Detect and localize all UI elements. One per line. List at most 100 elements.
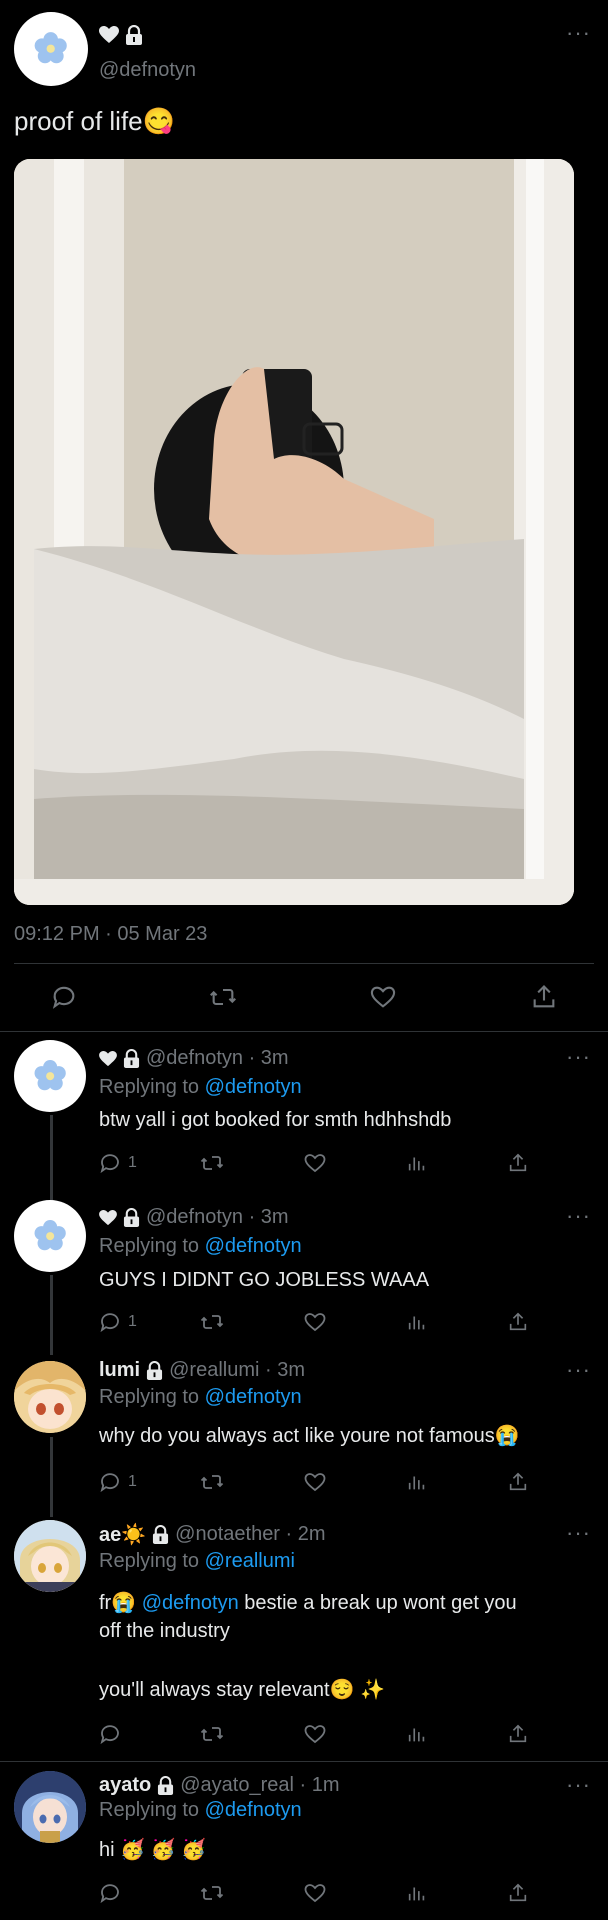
analytics-button[interactable] bbox=[406, 1881, 428, 1905]
analytics-button[interactable] bbox=[406, 1470, 428, 1494]
reply-header: @defnotyn · 3m bbox=[99, 1206, 289, 1229]
share-icon bbox=[509, 1472, 527, 1491]
like-button[interactable] bbox=[369, 983, 397, 1011]
replying-to: Replying to @reallumi bbox=[99, 1550, 295, 1573]
retweet-button[interactable] bbox=[199, 1470, 225, 1494]
lock-icon bbox=[123, 1208, 140, 1227]
reply-text: hi 🥳 🥳 🥳 bbox=[99, 1839, 206, 1861]
retweet-icon bbox=[200, 1886, 224, 1900]
heart-icon bbox=[99, 26, 119, 43]
avatar[interactable] bbox=[14, 12, 88, 86]
like-button[interactable] bbox=[303, 1470, 327, 1494]
retweet-button[interactable] bbox=[199, 1881, 225, 1905]
share-icon bbox=[509, 1312, 527, 1331]
like-icon bbox=[304, 1884, 326, 1903]
more-icon[interactable]: ··· bbox=[566, 22, 591, 44]
avatar[interactable] bbox=[14, 1200, 86, 1272]
avatar[interactable] bbox=[14, 1361, 86, 1433]
reply-name[interactable]: lumi bbox=[99, 1359, 140, 1382]
reply-handle[interactable]: @reallumi · 3m bbox=[169, 1359, 305, 1382]
reply-button[interactable] bbox=[50, 983, 78, 1011]
like-icon bbox=[304, 1725, 326, 1744]
avatar[interactable] bbox=[14, 1520, 86, 1592]
share-icon bbox=[509, 1724, 527, 1743]
flower-avatar-icon bbox=[34, 32, 68, 64]
reply-name[interactable]: ae☀️ bbox=[99, 1522, 146, 1547]
analytics-button[interactable] bbox=[406, 1722, 428, 1746]
share-button[interactable] bbox=[507, 1722, 529, 1746]
reply-handle[interactable]: @notaether · 2m bbox=[175, 1523, 325, 1546]
analytics-icon bbox=[408, 1728, 425, 1742]
retweet-button[interactable] bbox=[208, 983, 238, 1011]
divider bbox=[0, 1761, 608, 1762]
like-icon bbox=[370, 986, 396, 1008]
heart-icon bbox=[99, 1050, 117, 1066]
mirror-selfie-image bbox=[14, 159, 574, 905]
share-button[interactable] bbox=[507, 1151, 529, 1175]
like-button[interactable] bbox=[303, 1881, 327, 1905]
analytics-icon bbox=[408, 1157, 425, 1171]
more-icon[interactable]: ··· bbox=[566, 1522, 591, 1544]
analytics-button[interactable] bbox=[406, 1310, 428, 1334]
reply-count: 1 bbox=[128, 1473, 137, 1490]
like-button[interactable] bbox=[303, 1310, 327, 1334]
divider bbox=[0, 1031, 608, 1032]
replying-to: Replying to @defnotyn bbox=[99, 1799, 302, 1822]
tweet-timestamp: 09:12 PM · 05 Mar 23 bbox=[14, 923, 208, 945]
reply-name[interactable]: ayato bbox=[99, 1774, 151, 1797]
more-icon[interactable]: ··· bbox=[566, 1046, 591, 1068]
reply-handle[interactable]: @ayato_real · 1m bbox=[180, 1774, 339, 1797]
replying-mention[interactable]: @reallumi bbox=[205, 1550, 295, 1572]
retweet-button[interactable] bbox=[199, 1310, 225, 1334]
retweet-icon bbox=[200, 1475, 224, 1489]
retweet-button[interactable] bbox=[199, 1151, 225, 1175]
analytics-button[interactable] bbox=[406, 1151, 428, 1175]
lock-icon bbox=[123, 1049, 140, 1068]
reply-button[interactable]: 1 bbox=[98, 1151, 137, 1175]
more-icon[interactable]: ··· bbox=[566, 1359, 591, 1381]
reply-count: 1 bbox=[128, 1313, 137, 1330]
anime-avatar-icon bbox=[14, 1361, 86, 1433]
reply-handle[interactable]: @defnotyn · 3m bbox=[146, 1206, 289, 1229]
retweet-icon bbox=[210, 988, 236, 1006]
reply-handle[interactable]: @defnotyn · 3m bbox=[146, 1047, 289, 1070]
mention-link[interactable]: @defnotyn bbox=[142, 1592, 239, 1614]
analytics-icon bbox=[408, 1476, 425, 1490]
reply-icon bbox=[100, 1473, 119, 1493]
replying-to: Replying to @defnotyn bbox=[99, 1235, 302, 1258]
reply-text: GUYS I DIDNT GO JOBLESS WAAA bbox=[99, 1269, 430, 1291]
replying-mention[interactable]: @defnotyn bbox=[205, 1076, 302, 1098]
thread-connector bbox=[50, 1275, 53, 1355]
more-icon[interactable]: ··· bbox=[566, 1205, 591, 1227]
replying-label: Replying to bbox=[99, 1799, 205, 1821]
share-button[interactable] bbox=[507, 1310, 529, 1334]
analytics-icon bbox=[408, 1887, 425, 1901]
reply-icon bbox=[100, 1884, 119, 1904]
reply-text: fr😭 @defnotyn bestie a break up wont get… bbox=[99, 1589, 579, 1645]
avatar[interactable] bbox=[14, 1040, 86, 1112]
reply-button[interactable] bbox=[98, 1722, 122, 1746]
tweet-photo[interactable] bbox=[14, 159, 574, 905]
replying-mention[interactable]: @defnotyn bbox=[205, 1386, 302, 1408]
share-button[interactable] bbox=[530, 983, 558, 1011]
more-icon[interactable]: ··· bbox=[566, 1774, 591, 1796]
reply-button[interactable]: 1 bbox=[98, 1470, 137, 1494]
reply-button[interactable]: 1 bbox=[98, 1310, 137, 1334]
reply-button[interactable] bbox=[98, 1881, 122, 1905]
replying-mention[interactable]: @defnotyn bbox=[205, 1799, 302, 1821]
retweet-button[interactable] bbox=[199, 1722, 225, 1746]
tweet-text: proof of life😋 bbox=[14, 106, 176, 136]
replying-mention[interactable]: @defnotyn bbox=[205, 1235, 302, 1257]
replying-to: Replying to @defnotyn bbox=[99, 1076, 302, 1099]
like-button[interactable] bbox=[303, 1151, 327, 1175]
like-icon bbox=[304, 1154, 326, 1173]
tweet-handle[interactable]: @defnotyn bbox=[99, 59, 196, 82]
reply-text-line1: bestie a break up wont get you bbox=[238, 1592, 517, 1614]
replying-label: Replying to bbox=[99, 1386, 205, 1408]
share-button[interactable] bbox=[507, 1470, 529, 1494]
share-button[interactable] bbox=[507, 1881, 529, 1905]
lock-icon bbox=[158, 1776, 174, 1795]
anime-avatar-icon bbox=[14, 1771, 86, 1843]
like-button[interactable] bbox=[303, 1722, 327, 1746]
avatar[interactable] bbox=[14, 1771, 86, 1843]
